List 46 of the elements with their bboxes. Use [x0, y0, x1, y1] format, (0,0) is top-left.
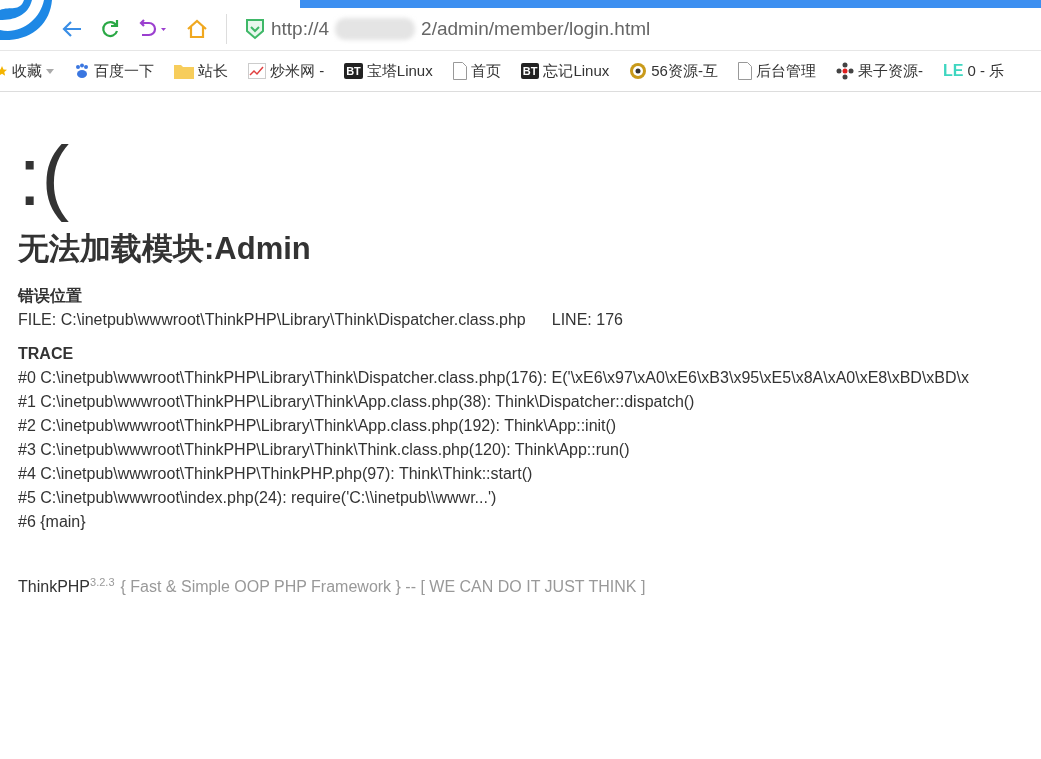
- coin-icon: [629, 62, 648, 80]
- page-icon: [452, 62, 467, 80]
- section-heading: 错误位置: [18, 286, 83, 306]
- bt-logo-icon: BT: [520, 63, 540, 79]
- bookmark-item[interactable]: 宝塔Linux: [366, 61, 433, 81]
- trace-line: #5 C:\inetpub\wwwroot\index.php(24): require('C:\\inetpub\\wwwr...'): [18, 488, 498, 508]
- bt-logo-icon: BT: [344, 63, 363, 79]
- undo-icon[interactable]: [138, 19, 168, 39]
- back-icon[interactable]: [62, 20, 82, 38]
- bookmark-item[interactable]: 后台管理: [755, 61, 816, 81]
- chart-icon: [248, 63, 266, 79]
- bookmark-item[interactable]: 收藏: [12, 61, 42, 81]
- sad-face-text: :(: [18, 134, 71, 225]
- framework-name: ThinkPHP$^{3.2.3}$: [18, 576, 115, 597]
- section-heading: TRACE: [18, 344, 75, 364]
- browser-logo-icon: [0, 0, 52, 40]
- dropdown-caret-icon[interactable]: [46, 68, 54, 74]
- url-text[interactable]: http://4: [271, 18, 330, 40]
- bookmark-item[interactable]: 首页: [470, 61, 501, 81]
- bookmark-item[interactable]: 0 - 乐: [967, 61, 1005, 81]
- shield-icon: [245, 18, 265, 40]
- framework-slogan: { Fast & Simple OOP PHP Framework } -- [ WE CAN DO IT JUST THINK ]: [120, 578, 646, 597]
- url-text[interactable]: 2/admin/member/login.html: [421, 18, 651, 40]
- trace-line: #4 C:\inetpub\wwwroot\ThinkPHP\ThinkPHP.php(97): Think\Think::start(): [18, 464, 534, 484]
- bookmark-item[interactable]: 炒米网 -: [270, 61, 325, 81]
- le-logo-icon: LE: [942, 62, 964, 80]
- trace-line: #2 C:\inetpub\wwwroot\ThinkPHP\Library\Think\App.class.php(192): Think\App::init(): [18, 416, 618, 436]
- home-icon[interactable]: [186, 19, 208, 39]
- dots-icon: [835, 62, 854, 80]
- page-icon: [737, 62, 752, 80]
- error-title: 无法加载模块:Admin: [18, 230, 312, 268]
- folder-icon: [174, 63, 194, 79]
- bookmark-item[interactable]: 站长: [198, 61, 228, 81]
- star-icon: [0, 65, 8, 77]
- paw-icon: [74, 63, 90, 79]
- file-path: FILE: C:\inetpub\wwwroot\ThinkPHP\Library\Think\Dispatcher.class.php: [18, 310, 526, 330]
- bookmark-item[interactable]: 果子资源-: [857, 61, 923, 81]
- bookmark-item[interactable]: 56资源-互: [651, 61, 718, 81]
- trace-line: #1 C:\inetpub\wwwroot\ThinkPHP\Library\Think\App.class.php(38): Think\Dispatcher::dispatch(): [18, 392, 696, 412]
- line-number: LINE: 176: [551, 310, 623, 330]
- refresh-icon[interactable]: [100, 19, 120, 39]
- bookmark-item[interactable]: 百度一下: [94, 61, 154, 81]
- trace-line: #3 C:\inetpub\wwwroot\ThinkPHP\Library\Think\Think.class.php(120): Think\App::run(): [18, 440, 631, 460]
- trace-line: #6 {main}: [18, 512, 87, 532]
- trace-line: #0 C:\inetpub\wwwroot\ThinkPHP\Library\Think\Dispatcher.class.php(176): E('\xE6\x97\xA0\xE6\xB3\x95\xE5\x8A\xA0\xE8\xBD\xBD\x: [18, 368, 971, 388]
- bookmark-item[interactable]: 忘记Linux: [543, 61, 610, 81]
